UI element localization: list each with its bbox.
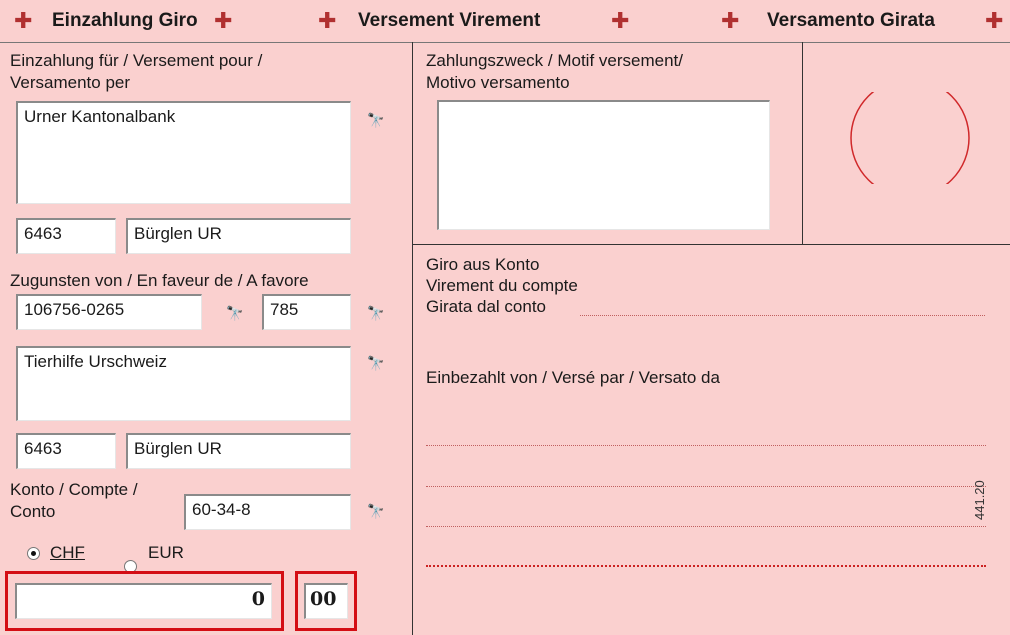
swiss-cross-icon: ✚ [611, 8, 630, 33]
currency-chf-radio[interactable] [27, 547, 40, 560]
giro-label-line3: Girata dal conto [426, 297, 547, 316]
beneficiary-name-value: Tierhilfe Urschweiz [24, 352, 167, 371]
konto-label-line2: Conto [10, 502, 56, 521]
swiss-cross-icon: ✚ [985, 8, 1004, 33]
column-divider [412, 42, 413, 635]
amount-cents-input[interactable]: 00 [304, 583, 348, 619]
beneficiary-zip-field[interactable]: 6463 [16, 433, 116, 469]
bank-label-line2: Versamento per [10, 73, 131, 92]
amount-cents-value: 00 [310, 588, 337, 610]
stamp-circle-shape [850, 92, 970, 184]
right-section-divider [412, 244, 1010, 245]
swiss-cross-icon: ✚ [721, 8, 740, 33]
bank-city-value: Bürglen UR [134, 224, 222, 243]
giro-label-line2: Virement du compte [426, 276, 578, 295]
giro-dotted-line [580, 315, 985, 316]
currency-chf-text: CHF [50, 543, 85, 562]
binoculars-icon[interactable]: 🔭 [367, 112, 384, 128]
swiss-cross-icon: ✚ [14, 8, 33, 33]
payer-line-4 [426, 565, 986, 567]
header-title-de: Einzahlung Giro [52, 10, 198, 31]
currency-eur-text: EUR [148, 543, 184, 562]
bank-zip-field[interactable]: 6463 [16, 218, 116, 254]
purpose-field[interactable] [437, 100, 770, 230]
beneficiary-name-field[interactable]: Tierhilfe Urschweiz [16, 346, 351, 421]
konto-value: 60-34-8 [192, 500, 251, 519]
stamp-circle [850, 92, 970, 184]
bank-name-value: Urner Kantonalbank [24, 107, 176, 126]
header-bar: ✚ Einzahlung Giro ✚ ✚ Versement Virement… [0, 0, 1010, 43]
payer-line-1 [426, 445, 986, 446]
payer-line-2 [426, 486, 986, 487]
purpose-label-line1: Zahlungszweck / Motif versement/ [426, 51, 683, 70]
account-suffix-field[interactable]: 785 [262, 294, 351, 330]
payer-label: Einbezahlt von / Versé par / Versato da [426, 368, 720, 387]
amount-cents-frame: 00 [295, 571, 357, 631]
bank-zip-value: 6463 [24, 224, 62, 243]
account-suffix-value: 785 [270, 300, 299, 319]
beneficiary-zip-value: 6463 [24, 439, 62, 458]
binoculars-icon[interactable]: 🔭 [367, 503, 384, 519]
giro-label-line1: Giro aus Konto [426, 255, 540, 274]
purpose-label-line2: Motivo versamento [426, 73, 570, 92]
beneficiary-city-field[interactable]: Bürglen UR [126, 433, 351, 469]
header-title-it: Versamento Girata [767, 10, 935, 31]
swiss-cross-icon: ✚ [318, 8, 337, 33]
header-title-fr: Versement Virement [358, 10, 541, 31]
form-code: 441.20 [972, 480, 987, 520]
amount-francs-input[interactable]: 0 [15, 583, 272, 619]
swiss-cross-icon: ✚ [214, 8, 233, 33]
binoculars-icon[interactable]: 🔭 [226, 305, 243, 321]
currency-eur-label[interactable]: EUR [148, 543, 184, 563]
payer-line-3 [426, 526, 986, 527]
favour-label: Zugunsten von / En faveur de / A favore [10, 271, 309, 290]
konto-label-line1: Konto / Compte / [10, 480, 138, 499]
account-number-field[interactable]: 106756-0265 [16, 294, 202, 330]
stamp-divider [802, 42, 803, 244]
beneficiary-city-value: Bürglen UR [134, 439, 222, 458]
currency-chf-label[interactable]: CHF [50, 543, 85, 563]
binoculars-icon[interactable]: 🔭 [367, 305, 384, 321]
account-number-value: 106756-0265 [24, 300, 125, 319]
binoculars-icon[interactable]: 🔭 [367, 355, 384, 371]
amount-francs-value: 0 [251, 588, 265, 610]
amount-francs-frame: 0 [5, 571, 284, 631]
konto-field[interactable]: 60-34-8 [184, 494, 351, 530]
bank-city-field[interactable]: Bürglen UR [126, 218, 351, 254]
bank-label-line1: Einzahlung für / Versement pour / [10, 51, 263, 70]
bank-name-field[interactable]: Urner Kantonalbank [16, 101, 351, 204]
